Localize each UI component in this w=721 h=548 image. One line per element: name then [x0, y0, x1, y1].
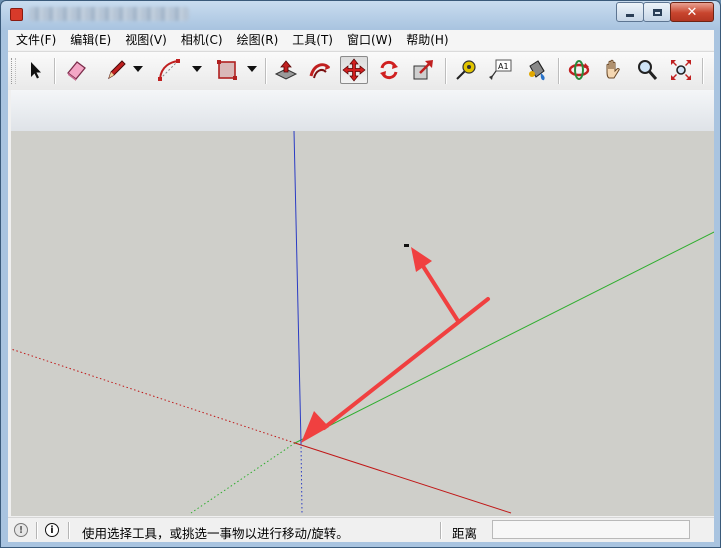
annotation-arrowhead-point [411, 247, 432, 272]
menu-tools[interactable]: 工具(T) [286, 30, 339, 50]
zoom-tool-button[interactable] [633, 56, 661, 84]
status-separator [440, 522, 442, 539]
paint-bucket-tool-button[interactable] [522, 56, 550, 84]
viewport-sky[interactable] [11, 90, 714, 131]
menu-bar: 文件(F) 编辑(E) 视图(V) 相机(C) 绘图(R) 工具(T) 窗口(W… [8, 30, 714, 50]
close-icon: ✕ [686, 4, 698, 20]
annotation-arrowhead-origin [301, 411, 329, 443]
status-hint-text: 使用选择工具，或挑选一事物以进行移动/旋转。 [82, 526, 349, 541]
move-arrows-icon [342, 58, 366, 82]
rotate-icon [380, 60, 398, 80]
menu-window[interactable]: 窗口(W) [341, 30, 398, 50]
menu-help[interactable]: 帮助(H) [400, 30, 454, 50]
toolbar-separator [54, 58, 56, 84]
point-marker[interactable] [404, 244, 409, 247]
push-pull-tool-button[interactable] [272, 56, 300, 84]
app-icon [10, 8, 23, 21]
distance-value-box[interactable] [492, 520, 690, 539]
close-button[interactable]: ✕ [670, 2, 714, 22]
text-tool-label: A1 [498, 62, 509, 71]
menu-camera[interactable]: 相机(C) [175, 30, 229, 50]
orbit-tool-button[interactable] [565, 56, 593, 84]
menu-view[interactable]: 视图(V) [119, 30, 173, 50]
magnifier-icon [638, 60, 658, 80]
menu-edit[interactable]: 编辑(E) [64, 30, 117, 50]
tape-measure-icon [456, 60, 476, 80]
pan-tool-button[interactable] [599, 56, 627, 84]
window-controls: ✕ [616, 2, 714, 22]
paint-bucket-icon [529, 60, 545, 81]
arc-icon [158, 59, 180, 81]
status-bar: ! i 使用选择工具，或挑选一事物以进行移动/旋转。 距离 [8, 517, 714, 542]
main-toolbar: A1 [8, 51, 714, 91]
eraser-tool-button[interactable] [62, 56, 90, 84]
arc-tool-button[interactable] [155, 56, 183, 84]
arc-dropdown-icon[interactable] [192, 66, 202, 72]
shape-dropdown-icon[interactable] [247, 66, 257, 72]
pencil-dropdown-icon[interactable] [133, 66, 143, 72]
scale-tool-button[interactable] [409, 56, 437, 84]
eraser-icon [67, 61, 86, 81]
blue-axis [293, 131, 302, 444]
hand-icon [606, 59, 620, 79]
push-pull-icon [274, 60, 298, 80]
follow-me-icon [309, 63, 331, 79]
title-bar[interactable]: ✕ [1, 1, 720, 28]
client-area: 文件(F) 编辑(E) 视图(V) 相机(C) 绘图(R) 工具(T) 窗口(W… [8, 30, 714, 542]
move-tool-button[interactable] [340, 56, 368, 84]
annotation-arrow-origin [322, 297, 490, 430]
rectangle-icon [217, 60, 237, 80]
window-title-blurred [29, 7, 189, 21]
toolbar-separator [445, 58, 447, 84]
rotate-tool-button[interactable] [375, 56, 403, 84]
toolbar-separator [702, 58, 704, 84]
follow-me-tool-button[interactable] [306, 56, 334, 84]
minimize-icon [626, 13, 634, 17]
green-axis [294, 231, 714, 444]
blue-axis-negative [300, 442, 303, 514]
zoom-extents-tool-button[interactable] [667, 56, 695, 84]
red-axis-negative [11, 348, 296, 444]
hint-icon[interactable]: ! [14, 523, 28, 537]
application-window: ✕ 文件(F) 编辑(E) 视图(V) 相机(C) 绘图(R) 工具(T) 窗口… [0, 0, 721, 548]
toolbar-grip[interactable] [11, 58, 16, 84]
status-separator [36, 522, 38, 539]
select-tool-button[interactable] [21, 56, 49, 84]
maximize-icon [652, 8, 662, 16]
tape-measure-tool-button[interactable] [452, 56, 480, 84]
toolbar-separator [558, 58, 560, 84]
arrow-cursor-icon [31, 62, 41, 79]
scale-icon [413, 60, 433, 80]
text-tool-button[interactable]: A1 [486, 56, 514, 84]
text-label-icon: A1 [489, 59, 512, 80]
zoom-extents-icon [671, 60, 691, 80]
modeling-viewport[interactable] [11, 131, 714, 516]
toolbar-separator [265, 58, 267, 84]
menu-file[interactable]: 文件(F) [10, 30, 62, 50]
red-axis [294, 442, 512, 514]
maximize-button[interactable] [643, 2, 671, 22]
distance-label: 距离 [452, 526, 478, 541]
pencil-tool-button[interactable] [102, 56, 130, 84]
pencil-icon [108, 60, 126, 80]
green-axis-negative [190, 442, 296, 514]
status-separator [68, 522, 70, 539]
menu-draw[interactable]: 绘图(R) [231, 30, 285, 50]
minimize-button[interactable] [616, 2, 644, 22]
scene-canvas[interactable] [11, 131, 714, 516]
info-icon[interactable]: i [45, 523, 59, 537]
orbit-icon [568, 60, 590, 80]
shape-tool-button[interactable] [213, 56, 241, 84]
annotation-arrow-point [419, 261, 460, 323]
